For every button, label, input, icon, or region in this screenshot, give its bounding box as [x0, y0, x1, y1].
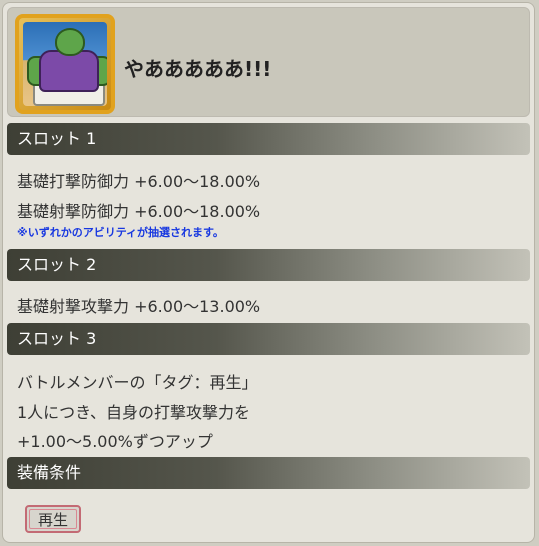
slot-2-ability-1: 基礎射撃攻撃力 +6.00〜13.00% [17, 297, 261, 316]
ability-title: やあああああ!!! [124, 57, 272, 81]
slot-3-line-1: バトルメンバーの「タグ：再生」 [17, 373, 258, 392]
slot-1-note: ※いずれかのアビリティが抽選されます。 [17, 226, 224, 239]
equip-condition-header: 装備条件 [7, 457, 530, 489]
portrait-image [23, 22, 107, 106]
slot-1-ability-2: 基礎射撃防御力 +6.00〜18.00% [17, 202, 261, 221]
tag-label: 再生 [29, 509, 77, 529]
slot-3-line-2: 1人につき、自身の打撃攻撃力を [17, 403, 251, 422]
slot-2-header: スロット 2 [7, 249, 530, 281]
character-portrait-icon [15, 14, 115, 114]
header-area: やあああああ!!! [7, 7, 530, 117]
slot-1-header: スロット 1 [7, 123, 530, 155]
slot-1-ability-1: 基礎打撃防御力 +6.00〜18.00% [17, 172, 261, 191]
slot-3-header: スロット 3 [7, 323, 530, 355]
tag-badge: 再生 [25, 505, 81, 533]
slot-3-line-3: +1.00〜5.00%ずつアップ [17, 432, 213, 451]
ability-detail-panel: やあああああ!!! スロット 1 基礎打撃防御力 +6.00〜18.00% 基礎… [2, 2, 535, 543]
